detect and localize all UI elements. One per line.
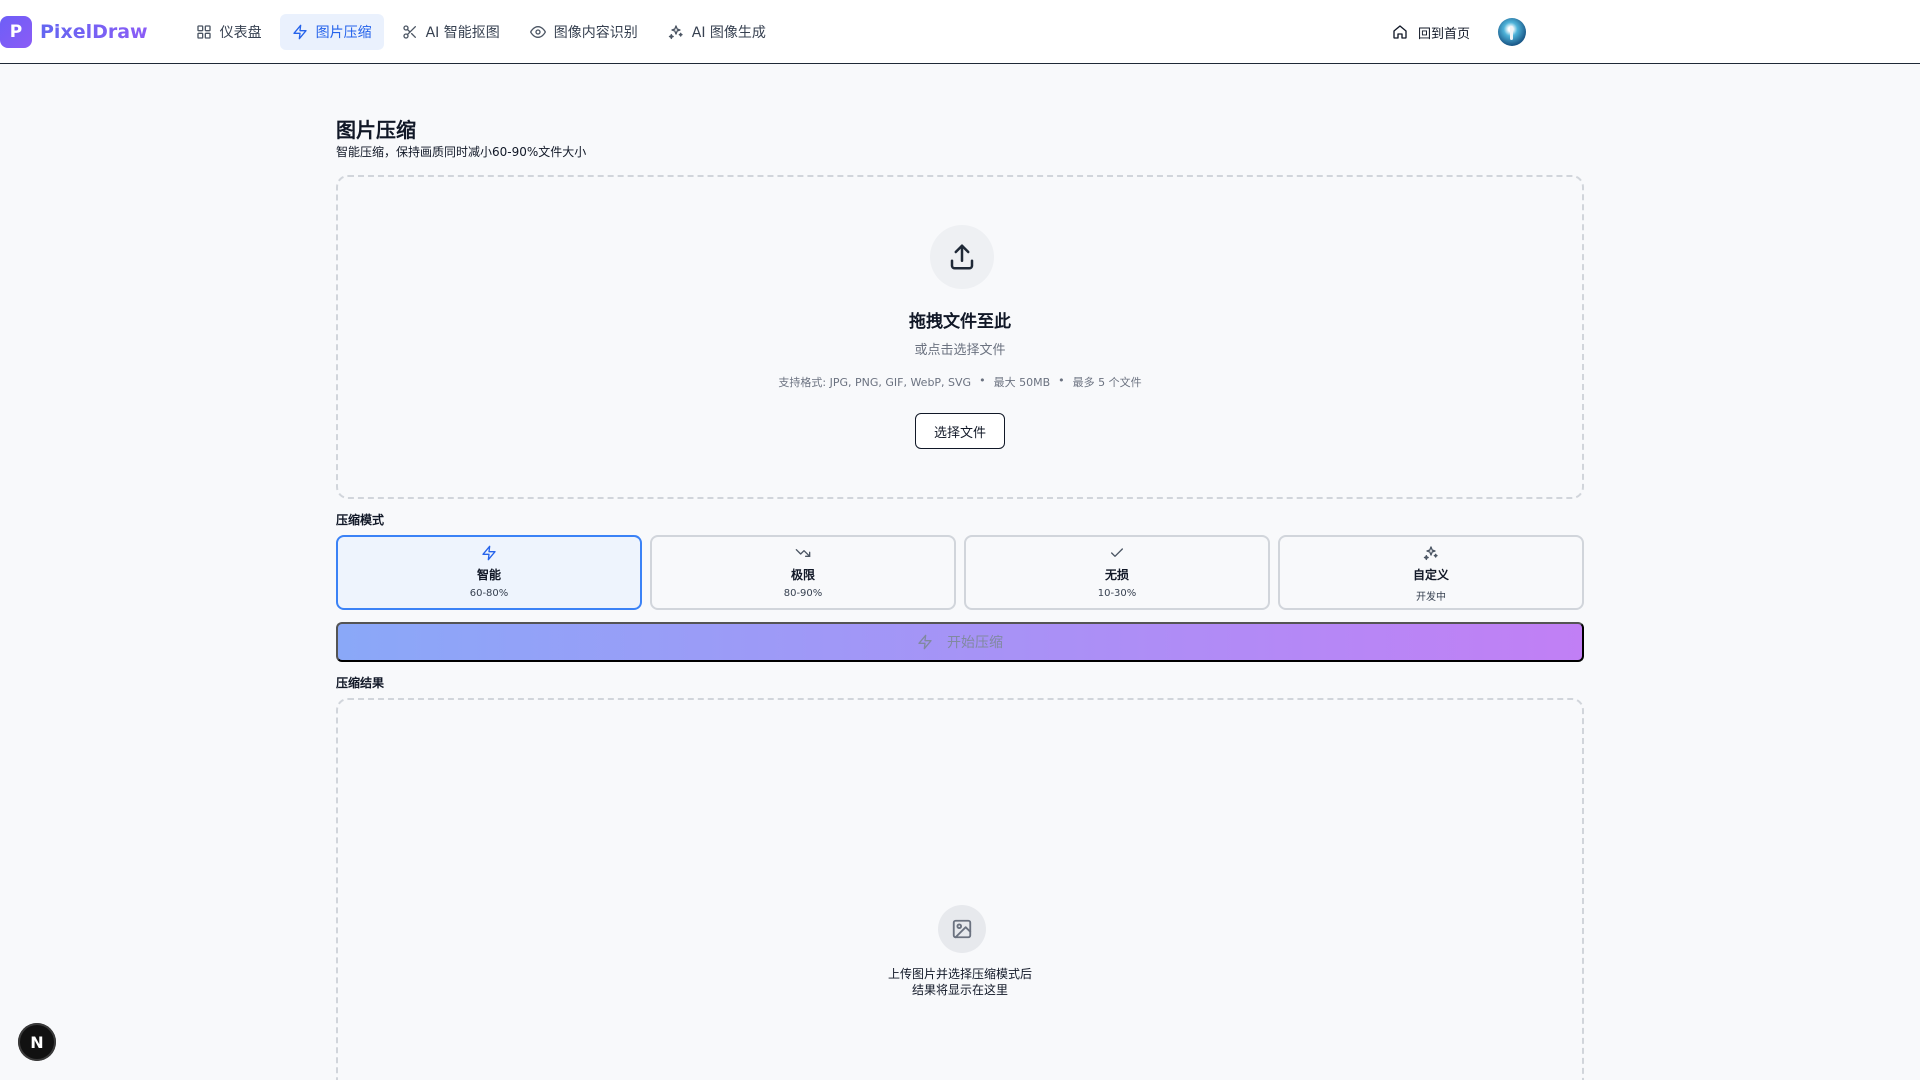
- mode-name: 智能: [476, 568, 501, 582]
- results-label: 压缩结果: [336, 676, 385, 690]
- nav-item-image-recognition[interactable]: 图像内容识别: [518, 14, 650, 50]
- user-avatar[interactable]: [1498, 18, 1527, 46]
- results-empty-text: 上传图片并选择压缩模式后: [887, 967, 1032, 981]
- home-icon: [1393, 25, 1407, 39]
- dropzone-title: 拖拽文件至此: [909, 312, 1011, 332]
- back-home-link[interactable]: 回到首页: [1392, 23, 1470, 42]
- max-file-count: 最多 5 个文件: [1072, 376, 1142, 389]
- nav-item-label: AI 智能抠图: [425, 24, 500, 41]
- dropzone-subtitle: 或点击选择文件: [914, 343, 1006, 358]
- supported-formats: 支持格式: JPG, PNG, GIF, WebP, SVG: [778, 376, 972, 389]
- brand-logo: P: [0, 15, 32, 48]
- mode-option-custom[interactable]: 自定义 开发中: [1278, 535, 1584, 610]
- results-empty-text: 结果将显示在这里: [911, 983, 1008, 997]
- scissors-icon: [402, 24, 416, 39]
- nav-item-image-compress[interactable]: 图片压缩: [279, 13, 384, 50]
- mode-range: 开发中: [1416, 592, 1446, 603]
- dropzone-constraints: 支持格式: JPG, PNG, GIF, WebP, SVG • 最大 50MB…: [338, 374, 1582, 390]
- nav-item-dashboard[interactable]: 仪表盘: [184, 14, 274, 50]
- dashboard-icon: [196, 24, 211, 39]
- compression-mode-label: 压缩模式: [336, 513, 385, 527]
- nav-item-label: 仪表盘: [219, 24, 262, 41]
- trending-down-icon: [795, 549, 811, 557]
- nav-item-ai-cutout[interactable]: AI 智能抠图: [390, 14, 512, 50]
- zap-icon: [918, 634, 932, 650]
- separator-dot: •: [979, 374, 986, 387]
- nav-item-label: 图像内容识别: [553, 24, 638, 41]
- mode-range: 10-30%: [1097, 588, 1137, 599]
- page-subtitle: 智能压缩，保持画质同时减小60-90%文件大小: [336, 145, 587, 159]
- mode-option-extreme[interactable]: 极限 80-90%: [650, 535, 956, 610]
- brand[interactable]: P PixelDraw: [0, 0, 148, 64]
- upload-icon: [950, 244, 974, 270]
- upload-icon-circle: [930, 225, 994, 289]
- mode-option-lossless[interactable]: 无损 10-30%: [964, 535, 1270, 610]
- image-placeholder-circle: [938, 905, 986, 953]
- image-icon: [952, 919, 972, 939]
- nav-item-label: 图片压缩: [315, 24, 372, 41]
- results-panel: 上传图片并选择压缩模式后 结果将显示在这里: [336, 698, 1584, 1080]
- nav-item-label: AI 图像生成: [691, 24, 766, 41]
- zap-icon: [482, 545, 496, 561]
- max-file-size: 最大 50MB: [993, 376, 1051, 389]
- eye-icon: [529, 25, 546, 38]
- sparkles-icon: [668, 24, 683, 39]
- choose-file-button[interactable]: 选择文件: [915, 413, 1005, 449]
- back-home-label: 回到首页: [1418, 26, 1471, 42]
- mode-option-smart[interactable]: 智能 60-80%: [336, 535, 642, 610]
- mode-name: 无损: [1104, 568, 1129, 582]
- page-title: 图片压缩: [336, 118, 416, 142]
- mode-name: 自定义: [1412, 568, 1449, 582]
- nav-item-ai-generate[interactable]: AI 图像生成: [656, 14, 778, 50]
- start-compress-label: 开始压缩: [947, 634, 1003, 650]
- start-compress-button[interactable]: 开始压缩: [336, 622, 1584, 662]
- mode-name: 极限: [790, 568, 815, 582]
- zap-icon: [292, 24, 307, 39]
- upload-dropzone[interactable]: 拖拽文件至此 或点击选择文件 支持格式: JPG, PNG, GIF, WebP…: [336, 175, 1584, 499]
- main-nav: 仪表盘 图片压缩 AI 智能抠图 图像内容识别 AI 图像生成: [184, 13, 778, 50]
- check-icon: [1111, 548, 1123, 557]
- brand-name: PixelDraw: [40, 20, 148, 43]
- mode-range: 80-90%: [783, 588, 823, 599]
- separator-dot: •: [1058, 374, 1065, 387]
- dev-tools-badge[interactable]: N: [18, 1023, 56, 1061]
- top-right-actions: 回到首页: [1392, 0, 1527, 64]
- top-navigation-bar: P PixelDraw 仪表盘 图片压缩 AI 智能抠图 图像内容识别 AI 图…: [0, 0, 1920, 64]
- mode-range: 60-80%: [469, 588, 509, 599]
- sparkles-icon: [1423, 546, 1438, 561]
